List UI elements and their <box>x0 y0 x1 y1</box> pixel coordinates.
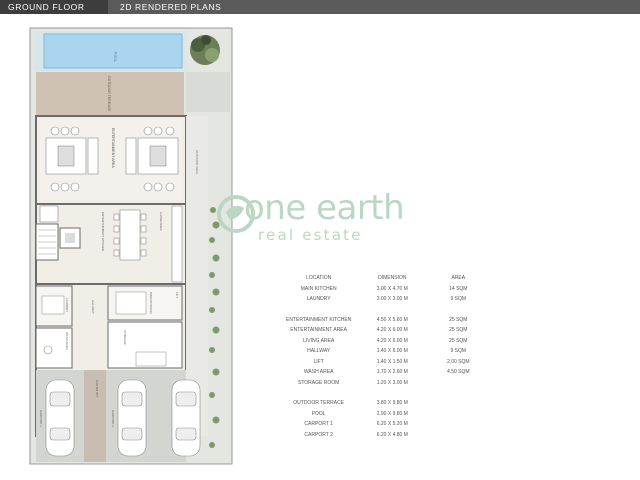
car-icon-2 <box>117 379 147 457</box>
table-cell: 3.80 X 9.80 M <box>376 400 408 407</box>
table-cell: 6.20 X 5.20 M <box>376 421 408 428</box>
table-cell: 9 SQM <box>450 348 467 355</box>
watermark-line1: one earth <box>244 188 405 228</box>
watermark-line2: real estate <box>258 226 363 244</box>
table-cell: 1.40 X 1.50 M <box>376 358 408 365</box>
table-cell: 1.20 X 3.00 M <box>376 379 408 386</box>
table-cell: 4.20 X 6.00 M <box>376 337 408 344</box>
table-cell <box>433 419 483 430</box>
car-entry-label: CAR ENTRY <box>95 380 99 397</box>
hallway-label: HALLWAY <box>91 300 95 314</box>
lift-label: LIFT <box>175 292 179 298</box>
table-cell: MAIN KITCHEN <box>300 285 337 292</box>
kitchen-counter <box>171 205 183 283</box>
living-area-label: LIVING AREA <box>159 212 163 231</box>
table-cell <box>433 409 483 420</box>
table-cell: POOL <box>311 410 326 417</box>
table-cell: WASH AREA <box>303 369 334 376</box>
table-cell: 6.20 X 4.80 M <box>376 431 408 438</box>
table-cell <box>433 430 483 441</box>
table-cell: 14 SQM <box>449 285 468 292</box>
main-kitchen-label: MAIN KITCHEN <box>149 292 153 314</box>
hallway <box>80 286 106 366</box>
table-row: ENTERTAINMENT KITCHEN 4.50 X 5.60 M 25 SQM <box>286 315 483 326</box>
table-cell: LIVING AREA <box>303 337 335 344</box>
car-icon-3 <box>171 379 201 457</box>
table-cell: STORAGE ROOM <box>297 379 340 386</box>
kitchen-label: ENTERTAINMENT KITCHEN <box>101 212 105 251</box>
table-cell: 25 SQM <box>449 337 468 344</box>
table-row: HALLWAY 1.40 X 6.00 M 9 SQM <box>286 346 483 357</box>
table-cell: 25 SQM <box>449 316 468 323</box>
table-cell: ENTERTAINMENT KITCHEN <box>286 316 352 323</box>
terrace-label: OUTDOOR TERRACE <box>107 76 111 112</box>
table-row: ENTERTAINMENT AREA 4.20 X 6.00 M 25 SQM <box>286 325 483 336</box>
table-cell: 4.50 SQM <box>447 369 470 376</box>
table-row: CARPORT 2 6.20 X 4.80 M <box>286 430 483 441</box>
table-cell: 3.00 X 3.00 M <box>376 296 408 303</box>
header-location: LOCATION <box>306 275 332 282</box>
storage-label: STORAGE <box>123 330 127 345</box>
table-cell <box>433 378 483 389</box>
outdoor-space-label: OUTDOOR AREA <box>195 150 199 174</box>
table-cell: 1.40 X 6.00 M <box>376 348 408 355</box>
header-area: AREA <box>451 275 466 282</box>
car-icon-1 <box>45 379 75 457</box>
table-cell: LIFT <box>313 358 324 365</box>
pool-label: POOL <box>113 52 117 62</box>
table-cell <box>433 398 483 409</box>
table-cell: ENTERTAINMENT AREA <box>290 327 347 334</box>
table-cell: CARPORT 1 <box>304 421 333 428</box>
laundry-label: LAUNDRY <box>65 298 69 312</box>
table-cell: 9 SQM <box>450 296 467 303</box>
carport-1-label: CARPORT 1 <box>39 410 43 427</box>
table-cell: 4.50 X 5.60 M <box>376 316 408 323</box>
area-schedule-table: LOCATION DIMENSION AREA MAIN KITCHEN 3.00… <box>286 273 483 440</box>
table-cell: CARPORT 2 <box>304 431 333 438</box>
table-row: LIVING AREA 4.20 X 6.00 M 25 SQM <box>286 336 483 347</box>
table-cell: HALLWAY <box>307 348 331 355</box>
table-row: CARPORT 1 6.20 X 5.20 M <box>286 419 483 430</box>
table-row: LAUNDRY 3.00 X 3.00 M 9 SQM <box>286 294 483 305</box>
table-row: MAIN KITCHEN 3.00 X 4.70 M 14 SQM <box>286 284 483 295</box>
table-cell: OUTDOOR TERRACE <box>293 400 345 407</box>
table-row: STORAGE ROOM 1.20 X 3.00 M <box>286 378 483 389</box>
table-row: LIFT 1.40 X 1.50 M 2.00 SQM <box>286 357 483 368</box>
table-row: WASH AREA 1.70 X 2.60 M 4.50 SQM <box>286 367 483 378</box>
table-cell: 3.00 X 4.70 M <box>376 285 408 292</box>
table-cell: 2.90 X 9.80 M <box>376 410 408 417</box>
table-header-row: LOCATION DIMENSION AREA <box>286 273 483 284</box>
table-row: OUTDOOR TERRACE 3.80 X 9.80 M <box>286 398 483 409</box>
carport-2-label: CARPORT 2 <box>111 410 115 427</box>
table-cell: LAUNDRY <box>306 296 331 303</box>
table-cell: 2.00 SQM <box>447 358 470 365</box>
table-cell: 25 SQM <box>449 327 468 334</box>
table-cell: 1.70 X 2.60 M <box>376 369 408 376</box>
entertainment-area-label: ENTERTAINMENT AREA <box>111 128 115 168</box>
header-dimension: DIMENSION <box>378 275 407 282</box>
wash-area-label: WASH AREA <box>65 332 69 350</box>
company-watermark: one earth real estate <box>214 188 414 248</box>
car-entry-path <box>84 370 106 462</box>
table-cell: 4.20 X 6.00 M <box>376 327 408 334</box>
tree-icon <box>190 35 220 65</box>
table-row: POOL 2.90 X 9.80 M <box>286 409 483 420</box>
